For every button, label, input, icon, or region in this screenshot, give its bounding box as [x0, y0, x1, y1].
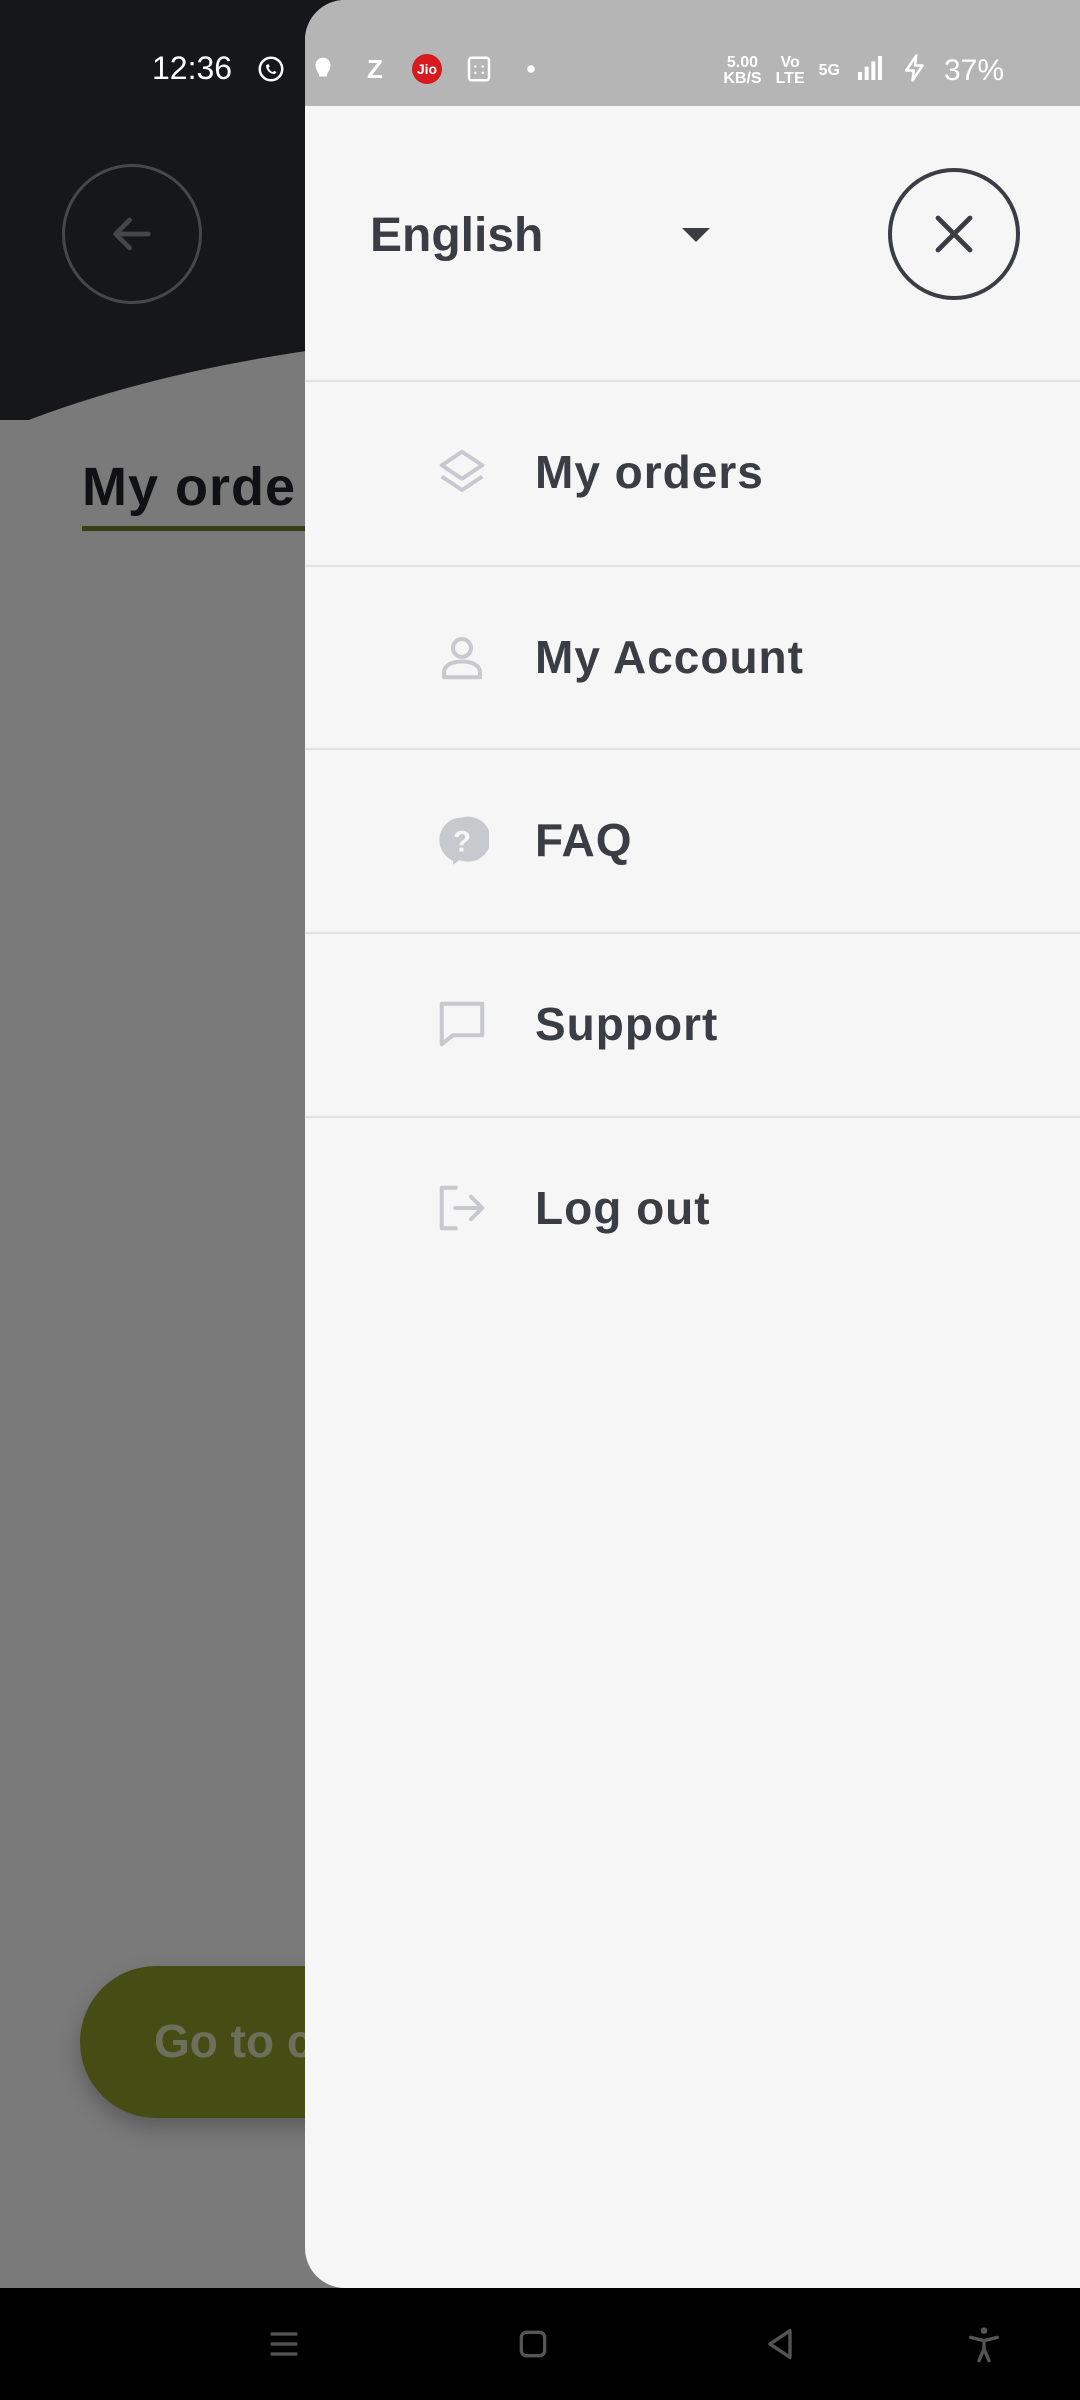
jio-icon: Jio: [412, 54, 442, 84]
charging-icon: [900, 53, 930, 88]
signal-icon: [854, 52, 886, 89]
help-icon: ?: [435, 813, 489, 867]
menu-label: FAQ: [535, 814, 633, 866]
square-icon: [519, 2330, 547, 2358]
calculator-icon: [464, 54, 494, 84]
menu-item-log-out[interactable]: Log out: [305, 1118, 1080, 1298]
user-icon: [435, 630, 489, 684]
back-nav-button[interactable]: [752, 2316, 808, 2372]
notification-icons: Z Jio: [256, 54, 546, 84]
logout-icon: [435, 1181, 489, 1235]
close-drawer-button[interactable]: [888, 168, 1020, 300]
caret-down-icon: [682, 228, 710, 242]
whatsapp-icon: [256, 54, 286, 84]
battery-percent: 37%: [943, 53, 1004, 87]
layers-icon: [435, 445, 489, 499]
z-app-icon: Z: [367, 54, 383, 84]
status-bar: 12:36 Z Jio 5.00 KB/S Vo LTE 5G 37%: [0, 0, 1080, 106]
menu-item-my-account[interactable]: My Account: [305, 567, 1080, 747]
network-speed-unit: KB/S: [723, 69, 762, 87]
system-status-icons: 5.00 KB/S Vo LTE 5G 37%: [723, 52, 1004, 89]
network-speed: 5.00 KB/S: [723, 53, 762, 87]
menu-item-my-orders[interactable]: My orders: [305, 382, 1080, 562]
language-select[interactable]: English: [370, 200, 715, 270]
close-icon: [935, 215, 973, 253]
volte-bottom: LTE: [775, 69, 805, 87]
accessibility-button[interactable]: [956, 2316, 1012, 2372]
menu-item-support[interactable]: Support: [305, 934, 1080, 1114]
menu-label: My Account: [535, 631, 804, 683]
language-value: English: [370, 208, 544, 262]
home-button[interactable]: [505, 2316, 561, 2372]
triangle-back-icon: [768, 2329, 792, 2359]
menu-label: Log out: [535, 1182, 711, 1234]
volte-indicator: Vo LTE: [775, 53, 805, 87]
volte-top: Vo: [780, 53, 800, 71]
menu-label: Support: [535, 998, 719, 1050]
navigation-drawer: English My orders My Account ? FAQ Suppo…: [305, 0, 1080, 2288]
chat-icon: [435, 997, 489, 1051]
accessibility-icon: [969, 2327, 999, 2363]
status-time: 12:36: [152, 50, 233, 86]
system-nav-bar: [0, 2288, 1080, 2400]
network-speed-value: 5.00: [726, 53, 759, 71]
menu-label: My orders: [535, 446, 764, 498]
app-notification-icon: [308, 54, 338, 84]
svg-text:?: ?: [453, 826, 471, 858]
recent-apps-button[interactable]: [256, 2316, 312, 2372]
network-type: 5G: [818, 61, 840, 79]
menu-lines-icon: [270, 2332, 298, 2356]
menu-item-faq[interactable]: ? FAQ: [305, 750, 1080, 930]
more-notifications-dot-icon: [516, 54, 546, 84]
